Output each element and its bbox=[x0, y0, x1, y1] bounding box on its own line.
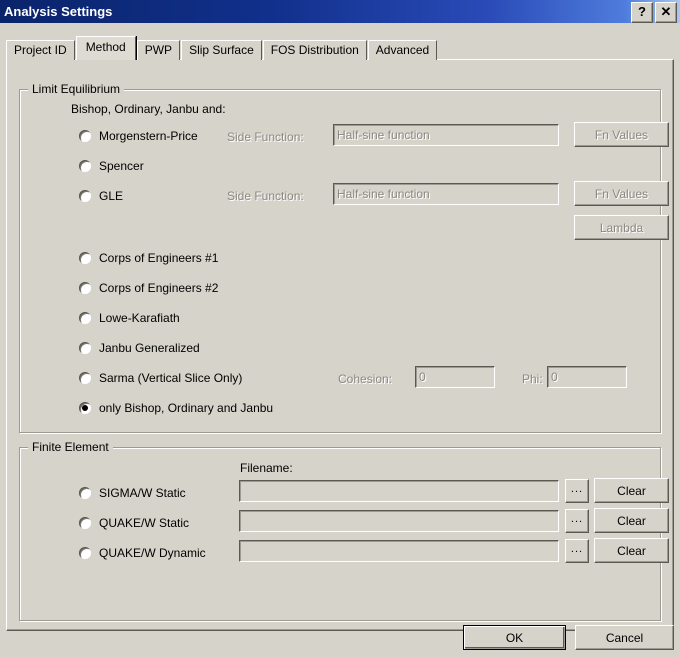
radio-spencer-label: Spencer bbox=[99, 159, 144, 173]
lambda-button[interactable]: Lambda bbox=[574, 215, 669, 240]
browse-button-quake-w-dynamic[interactable]: ... bbox=[565, 539, 589, 563]
radio-sigma-w-static-label: SIGMA/W Static bbox=[99, 486, 186, 500]
limit-equilibrium-group-label: Limit Equilibrium bbox=[28, 82, 125, 96]
fn-values-button-2[interactable]: Fn Values bbox=[574, 181, 669, 206]
radio-corps-of-engineers-1-label: Corps of Engineers #1 bbox=[99, 251, 219, 265]
radio-only-bishop-ordinary-janbu-label: only Bishop, Ordinary and Janbu bbox=[99, 401, 274, 415]
radio-sigma-w-static[interactable]: SIGMA/W Static bbox=[79, 486, 186, 500]
tab-advanced[interactable]: Advanced bbox=[367, 40, 438, 60]
phi-label: Phi: bbox=[522, 372, 543, 386]
radio-morgenstern-price-dot bbox=[79, 130, 91, 142]
filename-label: Filename: bbox=[240, 461, 293, 475]
radio-sarma[interactable]: Sarma (Vertical Slice Only) bbox=[79, 371, 242, 385]
radio-sarma-dot bbox=[79, 372, 91, 384]
radio-morgenstern-price-label: Morgenstern-Price bbox=[99, 129, 198, 143]
side-function-combo-1[interactable]: Half-sine function bbox=[333, 124, 559, 146]
radio-lowe-karafiath-label: Lowe-Karafiath bbox=[99, 311, 180, 325]
filename-input-sigma-w-static[interactable] bbox=[239, 480, 559, 502]
radio-lowe-karafiath[interactable]: Lowe-Karafiath bbox=[79, 311, 180, 325]
side-function-combo-2[interactable]: Half-sine function bbox=[333, 183, 559, 205]
radio-quake-w-static-dot bbox=[79, 517, 91, 529]
tab-strip: Project ID Method PWP Slip Surface FOS D… bbox=[6, 36, 674, 60]
radio-janbu-generalized-label: Janbu Generalized bbox=[99, 341, 200, 355]
filename-input-quake-w-static[interactable] bbox=[239, 510, 559, 532]
tab-fos-distribution[interactable]: FOS Distribution bbox=[262, 40, 367, 60]
title-bar: Analysis Settings ? ✕ bbox=[0, 0, 680, 23]
filename-input-quake-w-dynamic[interactable] bbox=[239, 540, 559, 562]
phi-input[interactable]: 0 bbox=[547, 366, 627, 388]
help-icon[interactable]: ? bbox=[631, 2, 653, 23]
cancel-button[interactable]: Cancel bbox=[575, 625, 674, 650]
tab-slip-surface[interactable]: Slip Surface bbox=[181, 40, 262, 60]
radio-spencer[interactable]: Spencer bbox=[79, 159, 144, 173]
finite-element-group-label: Finite Element bbox=[28, 440, 113, 454]
browse-button-quake-w-static[interactable]: ... bbox=[565, 509, 589, 533]
radio-sigma-w-static-dot bbox=[79, 487, 91, 499]
radio-quake-w-dynamic-label: QUAKE/W Dynamic bbox=[99, 546, 206, 560]
tab-method[interactable]: Method bbox=[75, 36, 136, 60]
side-function-label-1: Side Function: bbox=[227, 130, 304, 144]
radio-corps-of-engineers-2[interactable]: Corps of Engineers #2 bbox=[79, 281, 218, 295]
radio-quake-w-dynamic-dot bbox=[79, 547, 91, 559]
radio-spencer-dot bbox=[79, 160, 91, 172]
browse-button-sigma-w-static[interactable]: ... bbox=[565, 479, 589, 503]
radio-gle-dot bbox=[79, 190, 91, 202]
radio-corps-of-engineers-1-dot bbox=[79, 252, 91, 264]
clear-button-quake-w-static[interactable]: Clear bbox=[594, 508, 669, 533]
ok-button[interactable]: OK bbox=[463, 625, 566, 650]
radio-only-bishop-ordinary-janbu[interactable]: only Bishop, Ordinary and Janbu bbox=[79, 401, 273, 415]
title-bar-buttons: ? ✕ bbox=[631, 2, 677, 23]
radio-corps-of-engineers-2-dot bbox=[79, 282, 91, 294]
radio-corps-of-engineers-2-label: Corps of Engineers #2 bbox=[99, 281, 219, 295]
radio-quake-w-dynamic[interactable]: QUAKE/W Dynamic bbox=[79, 546, 206, 560]
tab-page-method: Limit Equilibrium Bishop, Ordinary, Janb… bbox=[6, 59, 674, 631]
radio-quake-w-static[interactable]: QUAKE/W Static bbox=[79, 516, 189, 530]
tab-project-id[interactable]: Project ID bbox=[6, 40, 75, 60]
close-icon[interactable]: ✕ bbox=[655, 2, 677, 23]
clear-button-quake-w-dynamic[interactable]: Clear bbox=[594, 538, 669, 563]
finite-element-group: Finite Element bbox=[19, 440, 661, 621]
tab-pwp[interactable]: PWP bbox=[136, 40, 181, 60]
side-function-label-2: Side Function: bbox=[227, 189, 304, 203]
cohesion-label: Cohesion: bbox=[338, 372, 393, 386]
clear-button-sigma-w-static[interactable]: Clear bbox=[594, 478, 669, 503]
radio-lowe-karafiath-dot bbox=[79, 312, 91, 324]
radio-morgenstern-price[interactable]: Morgenstern-Price bbox=[79, 129, 198, 143]
cohesion-input[interactable]: 0 bbox=[415, 366, 495, 388]
radio-corps-of-engineers-1[interactable]: Corps of Engineers #1 bbox=[79, 251, 218, 265]
radio-quake-w-static-label: QUAKE/W Static bbox=[99, 516, 190, 530]
limit-equilibrium-intro-label: Bishop, Ordinary, Janbu and: bbox=[71, 102, 226, 116]
radio-gle-label: GLE bbox=[99, 189, 124, 203]
fn-values-button-1[interactable]: Fn Values bbox=[574, 122, 669, 147]
radio-sarma-label: Sarma (Vertical Slice Only) bbox=[99, 371, 243, 385]
radio-janbu-generalized[interactable]: Janbu Generalized bbox=[79, 341, 200, 355]
window-title: Analysis Settings bbox=[4, 4, 113, 19]
radio-gle[interactable]: GLE bbox=[79, 189, 123, 203]
radio-only-bishop-ordinary-janbu-dot bbox=[79, 402, 91, 414]
radio-janbu-generalized-dot bbox=[79, 342, 91, 354]
